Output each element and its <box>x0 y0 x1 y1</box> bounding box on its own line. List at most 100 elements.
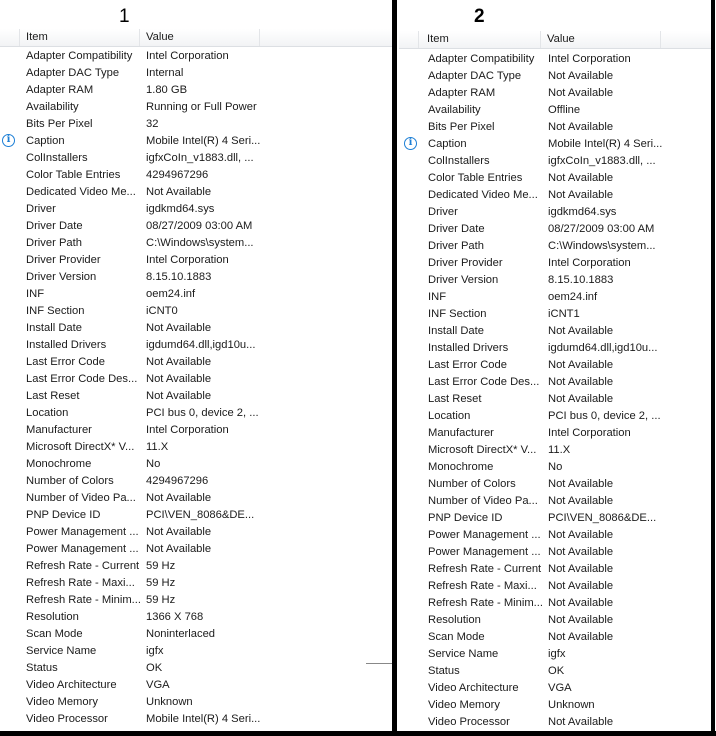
list-row[interactable]: Number of Video Pa... Not Available <box>0 490 392 507</box>
list-row[interactable]: Number of Colors 4294967296 <box>0 473 392 490</box>
list-row[interactable]: Status OK <box>399 663 711 680</box>
list-row[interactable]: Refresh Rate - Minim... Not Available <box>399 595 711 612</box>
row-item-name: INF <box>26 288 45 300</box>
list-row[interactable]: ColInstallers igfxCoIn_v1883.dll, ... <box>0 150 392 167</box>
list-row[interactable]: Last Reset Not Available <box>399 391 711 408</box>
list-row[interactable]: Bits Per Pixel Not Available <box>399 119 711 136</box>
list-row[interactable]: Video Memory Unknown <box>399 697 711 714</box>
row-item-name: PNP Device ID <box>26 509 101 521</box>
list-row[interactable]: Color Table Entries Not Available <box>399 170 711 187</box>
list-row[interactable]: Installed Drivers igdumd64.dll,igd10u... <box>0 337 392 354</box>
list-row[interactable]: Installed Drivers igdumd64.dll,igd10u... <box>399 340 711 357</box>
column-header-item[interactable]: Item <box>20 29 140 46</box>
list-row[interactable]: Video Memory Unknown <box>0 694 392 711</box>
list-row[interactable]: Availability Offline <box>399 102 711 119</box>
list-row[interactable]: ColInstallers igfxCoIn_v1883.dll, ... <box>399 153 711 170</box>
list-row[interactable]: Driver Date 08/27/2009 03:00 AM <box>399 221 711 238</box>
list-row[interactable]: Refresh Rate - Current Not Available <box>399 561 711 578</box>
list-row[interactable]: PNP Device ID PCI\VEN_8086&DE... <box>399 510 711 527</box>
list-row[interactable]: Driver Path C:\Windows\system... <box>399 238 711 255</box>
list-row[interactable]: Driver igdkmd64.sys <box>399 204 711 221</box>
column-header-value[interactable]: Value <box>140 29 260 46</box>
row-item-value: 11.X <box>548 444 571 456</box>
list-row[interactable]: Service Name igfx <box>0 643 392 660</box>
list-row[interactable]: Refresh Rate - Current 59 Hz <box>0 558 392 575</box>
list-row[interactable]: Driver Version 8.15.10.1883 <box>399 272 711 289</box>
list-row[interactable]: i Caption Mobile Intel(R) 4 Seri... <box>0 133 392 150</box>
list-row[interactable]: Driver Provider Intel Corporation <box>0 252 392 269</box>
row-item-value: Unknown <box>146 696 193 708</box>
list-row[interactable]: Number of Colors Not Available <box>399 476 711 493</box>
list-row[interactable]: Scan Mode Not Available <box>399 629 711 646</box>
list-row[interactable]: Location PCI bus 0, device 2, ... <box>399 408 711 425</box>
column-header-icon[interactable] <box>399 31 419 48</box>
list-row[interactable]: Adapter Compatibility Intel Corporation <box>399 51 711 68</box>
row-item-value: 11.X <box>146 441 169 453</box>
list-row[interactable]: Install Date Not Available <box>399 323 711 340</box>
column-header-item[interactable]: Item <box>421 31 541 48</box>
row-item-value: 8.15.10.1883 <box>146 271 212 283</box>
list-row[interactable]: Monochrome No <box>0 456 392 473</box>
list-row[interactable]: Resolution 1366 X 768 <box>0 609 392 626</box>
list-row[interactable]: Microsoft DirectX* V... 11.X <box>399 442 711 459</box>
row-item-value: iCNT1 <box>548 308 580 320</box>
list-row[interactable]: INF Section iCNT0 <box>0 303 392 320</box>
list-row[interactable]: PNP Device ID PCI\VEN_8086&DE... <box>0 507 392 524</box>
list-row[interactable]: Manufacturer Intel Corporation <box>399 425 711 442</box>
list-row[interactable]: Driver Provider Intel Corporation <box>399 255 711 272</box>
list-row[interactable]: Power Management ... Not Available <box>0 541 392 558</box>
list-row[interactable]: Adapter DAC Type Not Available <box>399 68 711 85</box>
bottom-border <box>0 731 716 736</box>
list-row[interactable]: Video Architecture VGA <box>399 680 711 697</box>
list-row[interactable]: i Caption Mobile Intel(R) 4 Seri... <box>399 136 711 153</box>
list-row[interactable]: Last Reset Not Available <box>0 388 392 405</box>
list-row[interactable]: Adapter DAC Type Internal <box>0 65 392 82</box>
list-row[interactable]: Last Error Code Des... Not Available <box>0 371 392 388</box>
list-row[interactable]: Last Error Code Not Available <box>0 354 392 371</box>
column-header-value[interactable]: Value <box>541 31 661 48</box>
row-item-value: 8.15.10.1883 <box>548 274 614 286</box>
list-row[interactable]: Adapter RAM 1.80 GB <box>0 82 392 99</box>
row-item-value: 08/27/2009 03:00 AM <box>548 223 655 235</box>
list-row[interactable]: Availability Running or Full Power <box>0 99 392 116</box>
row-item-value: igfxCoIn_v1883.dll, ... <box>146 152 254 164</box>
list-row[interactable]: Driver Date 08/27/2009 03:00 AM <box>0 218 392 235</box>
list-row[interactable]: Service Name igfx <box>399 646 711 663</box>
list-row[interactable]: Resolution Not Available <box>399 612 711 629</box>
list-row[interactable]: INF oem24.inf <box>399 289 711 306</box>
list-row[interactable]: Refresh Rate - Maxi... Not Available <box>399 578 711 595</box>
list-row[interactable]: Location PCI bus 0, device 2, ... <box>0 405 392 422</box>
row-item-name: Adapter Compatibility <box>428 53 535 65</box>
list-row[interactable]: Bits Per Pixel 32 <box>0 116 392 133</box>
row-item-value: Intel Corporation <box>146 50 229 62</box>
list-row[interactable]: Monochrome No <box>399 459 711 476</box>
list-row[interactable]: Microsoft DirectX* V... 11.X <box>0 439 392 456</box>
list-row[interactable]: Scan Mode Noninterlaced <box>0 626 392 643</box>
list-row[interactable]: Video Architecture VGA <box>0 677 392 694</box>
list-row[interactable]: Power Management ... Not Available <box>0 524 392 541</box>
list-row[interactable]: Power Management ... Not Available <box>399 544 711 561</box>
list-row[interactable]: Video Processor Mobile Intel(R) 4 Seri... <box>0 711 392 728</box>
list-row[interactable]: Dedicated Video Me... Not Available <box>399 187 711 204</box>
list-row[interactable]: Driver Path C:\Windows\system... <box>0 235 392 252</box>
list-row[interactable]: Manufacturer Intel Corporation <box>0 422 392 439</box>
list-row[interactable]: Adapter RAM Not Available <box>399 85 711 102</box>
list-row[interactable]: Status OK <box>0 660 392 677</box>
list-row[interactable]: Adapter Compatibility Intel Corporation <box>0 48 392 65</box>
list-row[interactable]: Power Management ... Not Available <box>399 527 711 544</box>
list-row[interactable]: Last Error Code Not Available <box>399 357 711 374</box>
list-row[interactable]: Last Error Code Des... Not Available <box>399 374 711 391</box>
list-row[interactable]: Video Processor Not Available <box>399 714 711 731</box>
list-row[interactable]: INF oem24.inf <box>0 286 392 303</box>
list-row[interactable]: Driver igdkmd64.sys <box>0 201 392 218</box>
list-row[interactable]: Driver Version 8.15.10.1883 <box>0 269 392 286</box>
list-row[interactable]: INF Section iCNT1 <box>399 306 711 323</box>
list-row[interactable]: Number of Video Pa... Not Available <box>399 493 711 510</box>
list-row[interactable]: Refresh Rate - Minim... 59 Hz <box>0 592 392 609</box>
list-row[interactable]: Dedicated Video Me... Not Available <box>0 184 392 201</box>
list-row[interactable]: Install Date Not Available <box>0 320 392 337</box>
row-item-value: Not Available <box>548 376 614 388</box>
list-row[interactable]: Color Table Entries 4294967296 <box>0 167 392 184</box>
list-row[interactable]: Refresh Rate - Maxi... 59 Hz <box>0 575 392 592</box>
column-header-icon[interactable] <box>0 29 20 46</box>
